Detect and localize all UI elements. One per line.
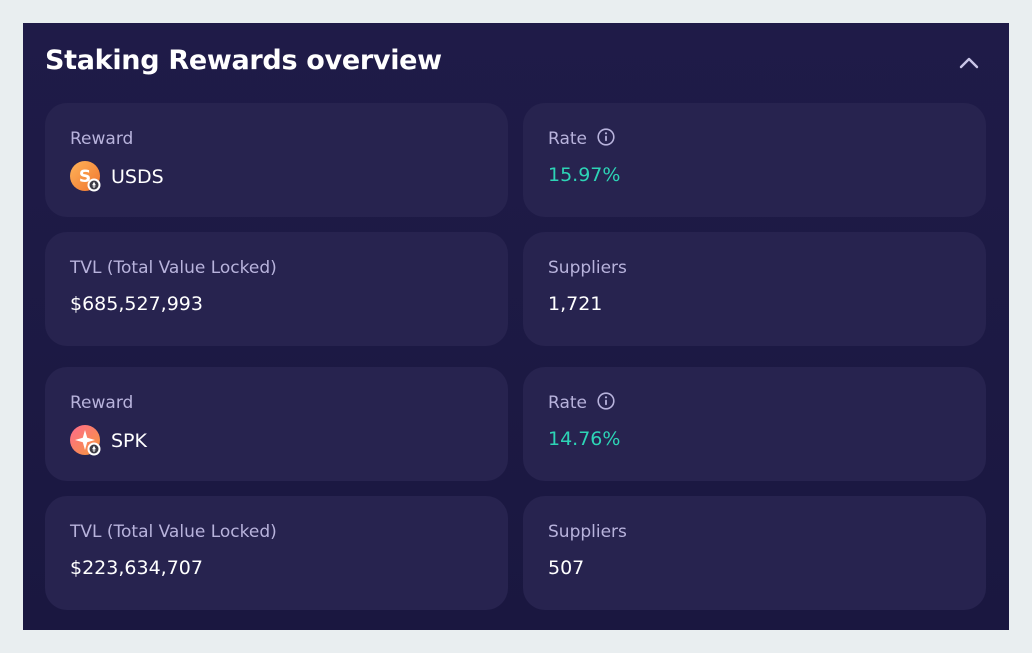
panel-header: Staking Rewards overview bbox=[45, 45, 987, 81]
reward-label: Reward bbox=[70, 129, 134, 149]
rate-label: Rate bbox=[548, 393, 587, 413]
panel-title: Staking Rewards overview bbox=[45, 45, 442, 76]
staking-rewards-panel: Staking Rewards overview Reward S USDS R… bbox=[23, 23, 1009, 630]
tvl-label: TVL (Total Value Locked) bbox=[70, 258, 277, 278]
suppliers-value: 1,721 bbox=[548, 293, 603, 315]
info-icon[interactable] bbox=[597, 128, 615, 146]
usds-token-icon: S bbox=[70, 161, 101, 192]
rate-value: 14.76% bbox=[548, 428, 621, 450]
reward-card: Reward S USDS bbox=[45, 103, 508, 217]
tvl-value: $685,527,993 bbox=[70, 293, 203, 315]
suppliers-value: 507 bbox=[548, 557, 585, 579]
rate-label: Rate bbox=[548, 129, 587, 149]
rate-card: Rate 14.76% bbox=[523, 367, 986, 481]
suppliers-label: Suppliers bbox=[548, 258, 627, 278]
reward-token: SPK bbox=[70, 425, 147, 456]
collapse-button[interactable] bbox=[955, 49, 983, 77]
tvl-value: $223,634,707 bbox=[70, 557, 203, 579]
token-name: SPK bbox=[111, 429, 147, 452]
info-icon[interactable] bbox=[597, 392, 615, 410]
tvl-card: TVL (Total Value Locked) $685,527,993 bbox=[45, 232, 508, 346]
suppliers-card: Suppliers 1,721 bbox=[523, 232, 986, 346]
rate-label-row: Rate bbox=[548, 392, 615, 413]
chevron-up-icon bbox=[959, 57, 979, 69]
suppliers-card: Suppliers 507 bbox=[523, 496, 986, 610]
suppliers-label: Suppliers bbox=[548, 522, 627, 542]
token-name: USDS bbox=[111, 165, 164, 188]
reward-label: Reward bbox=[70, 393, 134, 413]
reward-card: Reward SPK bbox=[45, 367, 508, 481]
rate-card: Rate 15.97% bbox=[523, 103, 986, 217]
spk-token-icon bbox=[70, 425, 101, 456]
rate-label-row: Rate bbox=[548, 128, 615, 149]
rate-value: 15.97% bbox=[548, 164, 621, 186]
reward-token: S USDS bbox=[70, 161, 164, 192]
tvl-card: TVL (Total Value Locked) $223,634,707 bbox=[45, 496, 508, 610]
tvl-label: TVL (Total Value Locked) bbox=[70, 522, 277, 542]
